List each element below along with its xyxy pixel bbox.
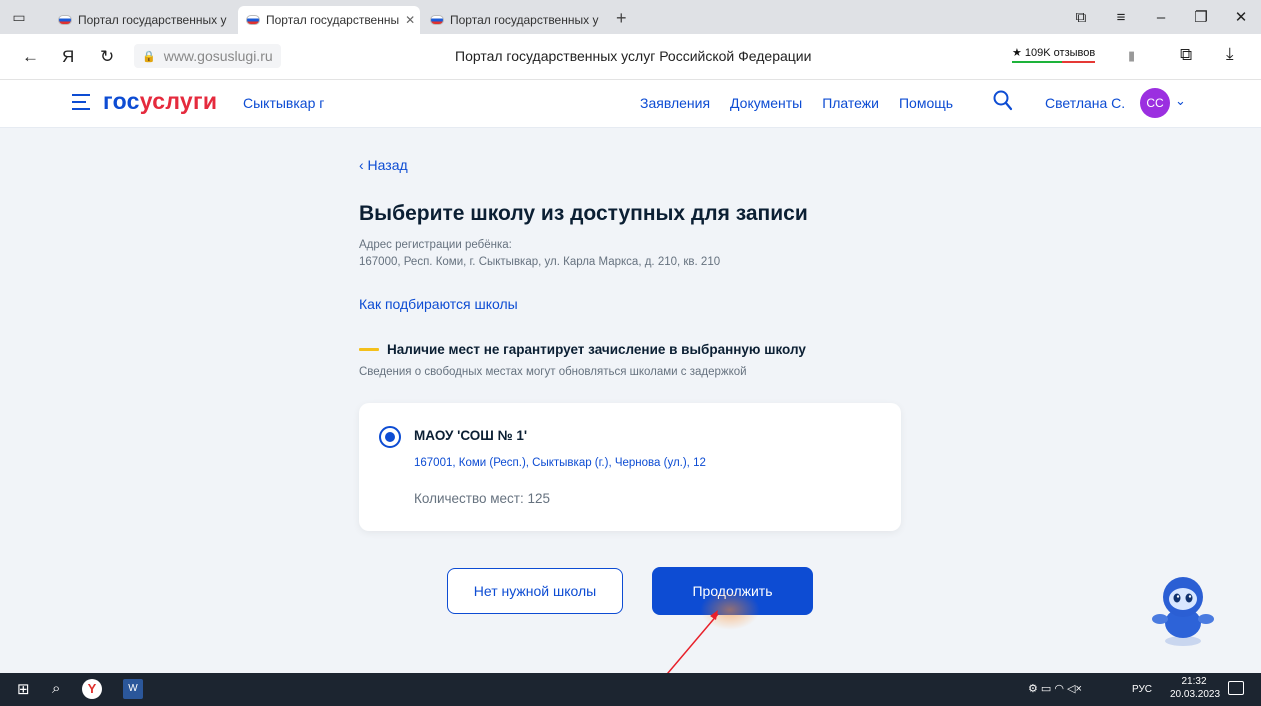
warning-title: Наличие мест не гарантирует зачисление в… [387, 342, 806, 357]
clock-time[interactable]: 21:32 [1170, 676, 1218, 687]
windows-start-icon[interactable]: ⊞ [17, 680, 30, 698]
assistant-robot-icon[interactable] [1152, 575, 1214, 647]
warning-bar-icon [359, 348, 379, 351]
window-controls: ⧉ ≡ – ❐ ✕ [1061, 0, 1261, 34]
browser-tab-2-active[interactable]: Портал государственны ✕ [238, 6, 420, 34]
yandex-browser-icon[interactable]: Y [82, 679, 102, 699]
school-card[interactable]: МАОУ 'СОШ № 1' 167001, Коми (Респ.), Сык… [359, 403, 901, 531]
download-icon[interactable]: ⤓ [1226, 44, 1234, 64]
system-tray-icons[interactable]: ⚙ ▭ ◠ ◁× [1028, 682, 1082, 695]
reviews-badge[interactable]: ★ 109K отзывов [1012, 46, 1096, 63]
word-icon[interactable]: W [123, 679, 143, 699]
how-schools-selected-link[interactable]: Как подбираются школы [359, 296, 518, 312]
browser-tab-strip: ▭ Портал государственных у Портал госуда… [0, 0, 1261, 34]
close-tab-icon[interactable]: ✕ [405, 13, 415, 27]
school-radio-selected[interactable] [379, 426, 401, 448]
warning-subtext: Сведения о свободных местах могут обновл… [359, 366, 747, 378]
url-field[interactable]: 🔒 www.gosuslugi.ru [134, 44, 281, 68]
clock-date[interactable]: 20.03.2023 [1170, 689, 1220, 700]
windows-taskbar: ⊞ ⌕ Y W ⚙ ▭ ◠ ◁× РУС 21:32 20.03.2023 [0, 673, 1261, 706]
flag-icon [430, 15, 444, 25]
tabs-overview-icon[interactable]: ⧉ [1061, 9, 1101, 26]
menu-icon[interactable]: ≡ [1101, 9, 1141, 26]
user-name[interactable]: Светлана С. [1045, 95, 1125, 111]
nav-help[interactable]: Помощь [899, 95, 953, 111]
notifications-icon[interactable] [1228, 681, 1244, 695]
url-text: www.gosuslugi.ru [163, 48, 273, 64]
no-school-button[interactable]: Нет нужной школы [447, 568, 623, 614]
tab-title: Портал государственных у [78, 13, 227, 27]
bookmark-icon[interactable]: ▮ [1128, 48, 1135, 64]
sidebar-toggle-icon[interactable]: ▭ [8, 8, 30, 26]
search-icon[interactable] [993, 90, 1013, 112]
extensions-icon[interactable]: ⧉ [1180, 45, 1192, 65]
back-link[interactable]: ‹ Назад [359, 157, 408, 173]
browser-tab-3[interactable]: Портал государственных у [422, 6, 608, 34]
top-nav: Заявления Документы Платежи Помощь [640, 95, 973, 111]
restore-icon[interactable]: ❐ [1181, 8, 1221, 26]
back-arrow-icon[interactable]: ← [22, 47, 39, 67]
search-icon[interactable]: ⌕ [52, 680, 60, 697]
chevron-down-icon[interactable]: ⌄ [1175, 93, 1186, 109]
avatar[interactable]: СС [1140, 88, 1170, 118]
address-value: 167000, Респ. Коми, г. Сыктывкар, ул. Ка… [359, 256, 721, 268]
school-address: 167001, Коми (Респ.), Сыктывкар (г.), Че… [414, 457, 706, 469]
menu-burger-icon[interactable] [72, 94, 90, 110]
flag-icon [246, 15, 260, 25]
warning-notice: Наличие мест не гарантирует зачисление в… [359, 342, 806, 357]
flag-icon [58, 15, 72, 25]
new-tab-button[interactable]: + [616, 8, 627, 29]
tab-title: Портал государственны [266, 13, 400, 27]
close-window-icon[interactable]: ✕ [1221, 8, 1261, 26]
lock-icon: 🔒 [142, 50, 156, 63]
reload-icon[interactable]: ↻ [100, 47, 114, 67]
minimize-icon[interactable]: – [1141, 9, 1181, 26]
browser-tab-1[interactable]: Портал государственных у [50, 6, 236, 34]
yandex-logo-icon[interactable]: Я [62, 47, 74, 67]
site-header: госуслуги Сыктывкар г Заявления Документ… [0, 80, 1261, 128]
nav-payments[interactable]: Платежи [822, 95, 879, 111]
continue-button[interactable]: Продолжить [652, 567, 813, 615]
tab-title: Портал государственных у [450, 13, 599, 27]
gosuslugi-logo[interactable]: госуслуги [103, 88, 217, 115]
nav-documents[interactable]: Документы [730, 95, 802, 111]
city-selector[interactable]: Сыктывкар г [243, 95, 324, 111]
language-indicator[interactable]: РУС [1132, 684, 1152, 695]
page-title: Выберите школу из доступных для записи [359, 202, 808, 225]
school-name: МАОУ 'СОШ № 1' [414, 428, 528, 443]
logo-part-2: услуги [139, 88, 218, 114]
nav-applications[interactable]: Заявления [640, 95, 710, 111]
address-bar-row: ← Я ↻ 🔒 www.gosuslugi.ru Портал государс… [0, 34, 1261, 80]
page-title-bar: Портал государственных услуг Российской … [455, 48, 812, 64]
address-label: Адрес регистрации ребёнка: [359, 239, 512, 251]
logo-part-1: гос [103, 88, 140, 114]
school-seats: Количество мест: 125 [414, 491, 550, 506]
